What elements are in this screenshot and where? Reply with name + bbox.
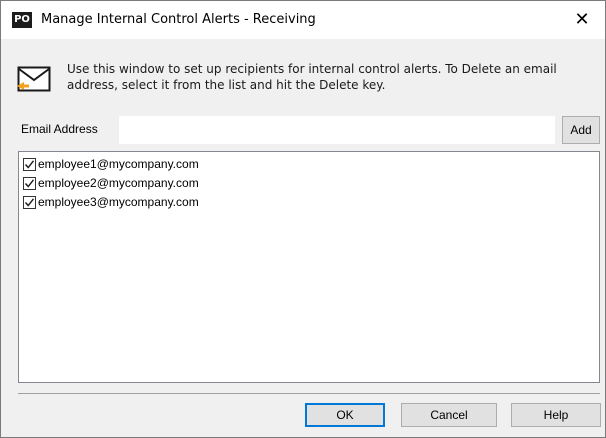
info-text: Use this window to set up recipients for… [67, 62, 557, 92]
footer-divider [18, 393, 600, 394]
recipient-checkbox[interactable] [23, 196, 36, 209]
title-bar[interactable]: PO Manage Internal Control Alerts - Rece… [1, 1, 605, 39]
window-title: Manage Internal Control Alerts - Receivi… [41, 12, 316, 27]
manage-alerts-dialog: PO Manage Internal Control Alerts - Rece… [0, 0, 606, 438]
ok-button[interactable]: OK [305, 403, 385, 427]
close-button[interactable]: ✕ [559, 1, 605, 39]
recipient-checkbox[interactable] [23, 158, 36, 171]
app-icon: PO [12, 12, 32, 28]
checkmark-icon [24, 179, 35, 188]
recipient-list[interactable]: employee1@mycompany.com employee2@mycomp… [18, 151, 600, 383]
add-button[interactable]: Add [562, 116, 600, 144]
checkmark-icon [24, 160, 35, 169]
recipient-email: employee3@mycompany.com [38, 195, 199, 209]
list-item[interactable]: employee2@mycompany.com [23, 174, 583, 192]
recipient-email: employee1@mycompany.com [38, 157, 199, 171]
envelope-icon [17, 66, 51, 92]
list-item[interactable]: employee3@mycompany.com [23, 193, 583, 211]
email-address-label: Email Address [21, 122, 98, 136]
help-button[interactable]: Help [511, 403, 601, 427]
email-address-input[interactable] [119, 116, 555, 144]
checkmark-icon [24, 198, 35, 207]
cancel-button[interactable]: Cancel [401, 403, 497, 427]
info-row: Use this window to set up recipients for… [17, 59, 597, 99]
list-item[interactable]: employee1@mycompany.com [23, 155, 583, 173]
recipient-email: employee2@mycompany.com [38, 176, 199, 190]
recipient-checkbox[interactable] [23, 177, 36, 190]
